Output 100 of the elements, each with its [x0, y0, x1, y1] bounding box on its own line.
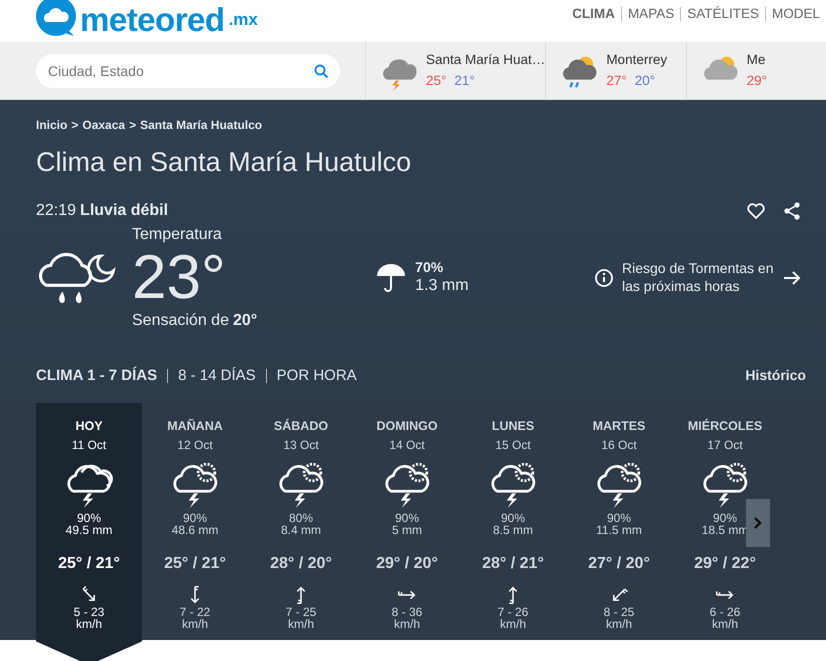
next-button[interactable] — [746, 499, 770, 547]
max-temp: 25° — [426, 72, 446, 90]
min-temp: 21° — [454, 72, 475, 90]
day-date: 15 Oct — [495, 436, 531, 454]
day-date: 11 Oct — [72, 436, 106, 454]
rain-amount: 48.6 mm — [172, 524, 218, 536]
rain-probability: 90% — [606, 512, 632, 524]
city-name: Me — [746, 51, 766, 70]
rain-probability: 70% — [415, 258, 444, 276]
breadcrumb-link[interactable]: Oaxaca — [82, 116, 126, 134]
info-icon — [594, 268, 614, 288]
rain-probability: 90% — [500, 512, 526, 524]
logo-text[interactable]: meteored — [80, 3, 225, 36]
day-forecast-card[interactable]: MAÑANA 12 Oct 90% 48.6 mm 25° / 21° 7 - 22 km/h — [142, 403, 248, 640]
breadcrumb-link[interactable]: Inicio — [36, 116, 68, 134]
favorite-button[interactable] — [746, 200, 766, 220]
temperature-label: Temperatura — [132, 224, 223, 244]
feels-like-label: Sensación de — [132, 310, 229, 330]
forecast-tab[interactable]: POR HORA — [266, 364, 367, 387]
day-name: LUNES — [492, 418, 534, 435]
wind-speed: 6 - 26 — [710, 606, 740, 618]
wind-speed: 5 - 23 — [74, 606, 104, 618]
share-button[interactable] — [782, 200, 802, 220]
day-date: 16 Oct — [601, 436, 637, 454]
rain-amount: 5 mm — [392, 524, 422, 536]
day-forecast-card[interactable]: HOY 11 Oct 90% 49.5 mm 25° / 21° 5 - 23 km/h — [36, 403, 142, 661]
temperature-range: 28° / 20° — [270, 554, 332, 574]
city-name: Monterrey — [606, 51, 668, 70]
storm-alert[interactable]: Riesgo de Tormentas en las próximas horas — [594, 260, 802, 295]
city-forecast[interactable]: Monterrey 27° 20° — [545, 42, 686, 100]
day-name: MARTES — [592, 418, 646, 435]
breadcrumb-link[interactable]: Santa María Huatulco — [140, 116, 262, 134]
breadcrumb-separator: > — [129, 117, 136, 134]
rain-probability: 90% — [712, 512, 738, 524]
day-forecast-card[interactable]: LUNES 15 Oct 90% 8.5 mm 28° / 21° 7 - 26 km/h — [460, 403, 566, 640]
nav-link[interactable]: MODEL — [766, 4, 826, 24]
temperature-range: 25° / 21° — [58, 554, 120, 574]
current-temperature: 23° — [132, 246, 227, 308]
day-date: 12 Oct — [177, 436, 213, 454]
wind-speed: 7 - 25 — [286, 606, 316, 618]
wind-unit: km/h — [606, 618, 632, 630]
wind-unit: km/h — [76, 618, 102, 630]
max-temp: 29° — [746, 72, 768, 90]
logo-icon — [36, 0, 76, 36]
page-title: Clima en Santa María Huatulco — [36, 146, 412, 179]
forecast-tab[interactable]: 8 - 14 DÍAS — [168, 364, 266, 387]
current-time: 22:19 — [36, 200, 76, 220]
day-name: SÁBADO — [274, 418, 328, 435]
wind-speed: 7 - 26 — [498, 606, 528, 618]
temperature-range: 25° / 21° — [164, 554, 226, 574]
city-name: Santa María Huat… — [426, 51, 546, 70]
current-condition: Lluvia débil — [80, 200, 168, 220]
rain-amount: 8.5 mm — [492, 524, 533, 536]
search-icon — [314, 64, 328, 78]
forecast-tab[interactable]: CLIMA 1 - 7 DÍAS — [36, 364, 168, 387]
rain-amount: 1.3 mm — [415, 276, 469, 296]
alert-text: Riesgo de Tormentas en las próximas horas — [622, 260, 774, 295]
rain-amount: 8.4 mm — [280, 524, 321, 536]
wind-unit: km/h — [394, 618, 420, 630]
umbrella-icon — [375, 262, 408, 294]
temperature-range: 28° / 21° — [482, 554, 544, 574]
share-icon — [782, 200, 802, 220]
nav-link[interactable]: SATÉLITES — [681, 4, 765, 24]
day-name: DOMINGO — [376, 418, 438, 435]
chevron-right-icon — [753, 516, 763, 530]
min-temp: 20° — [634, 72, 656, 90]
breadcrumb-separator: > — [71, 117, 78, 134]
nav-link[interactable]: MAPAS — [622, 4, 680, 24]
rain-probability: 90% — [394, 512, 420, 524]
day-forecast-card[interactable]: SÁBADO 13 Oct 80% 8.4 mm 28° / 20° 7 - 25 km/h — [248, 403, 354, 640]
rain-amount: 49.5 mm — [66, 524, 112, 536]
temperature-range: 29° / 20° — [376, 554, 438, 574]
wind-unit: km/h — [712, 618, 738, 630]
day-date: 13 Oct — [283, 436, 319, 454]
rain-amount: 11.5 mm — [596, 524, 642, 536]
wind-speed: 8 - 36 — [392, 606, 422, 618]
feels-like-value: 20° — [232, 310, 258, 330]
day-forecast-card[interactable]: MARTES 16 Oct 90% 11.5 mm 27° / 20° 8 - 25 km/h — [566, 403, 672, 640]
heart-icon — [746, 200, 766, 220]
nav-link[interactable]: CLIMA — [566, 4, 621, 24]
search-field[interactable]: Ciudad, Estado — [36, 54, 340, 88]
day-date: 17 Oct — [707, 436, 743, 454]
wind-speed: 7 - 22 — [180, 606, 210, 618]
wind-unit: km/h — [182, 618, 208, 630]
day-date: 14 Oct — [389, 436, 425, 454]
city-forecast[interactable]: Me 29° — [686, 42, 826, 100]
logo-domain[interactable]: .mx — [228, 6, 258, 32]
day-name: MIÉRCOLES — [688, 418, 762, 435]
rain-probability: 90% — [182, 512, 208, 524]
rain-probability: 80% — [288, 512, 314, 524]
day-name: HOY — [75, 418, 103, 435]
wind-unit: km/h — [288, 618, 314, 630]
temperature-range: 29° / 22° — [694, 554, 756, 574]
temperature-range: 27° / 20° — [588, 554, 650, 574]
wind-speed: 8 - 25 — [604, 606, 634, 618]
wind-unit: km/h — [500, 618, 526, 630]
max-temp: 27° — [606, 72, 627, 90]
day-name: MAÑANA — [167, 418, 223, 435]
day-forecast-card[interactable]: DOMINGO 14 Oct 90% 5 mm 29° / 20° 8 - 36 km/h — [354, 403, 460, 640]
history-link[interactable]: Histórico — [745, 365, 806, 386]
